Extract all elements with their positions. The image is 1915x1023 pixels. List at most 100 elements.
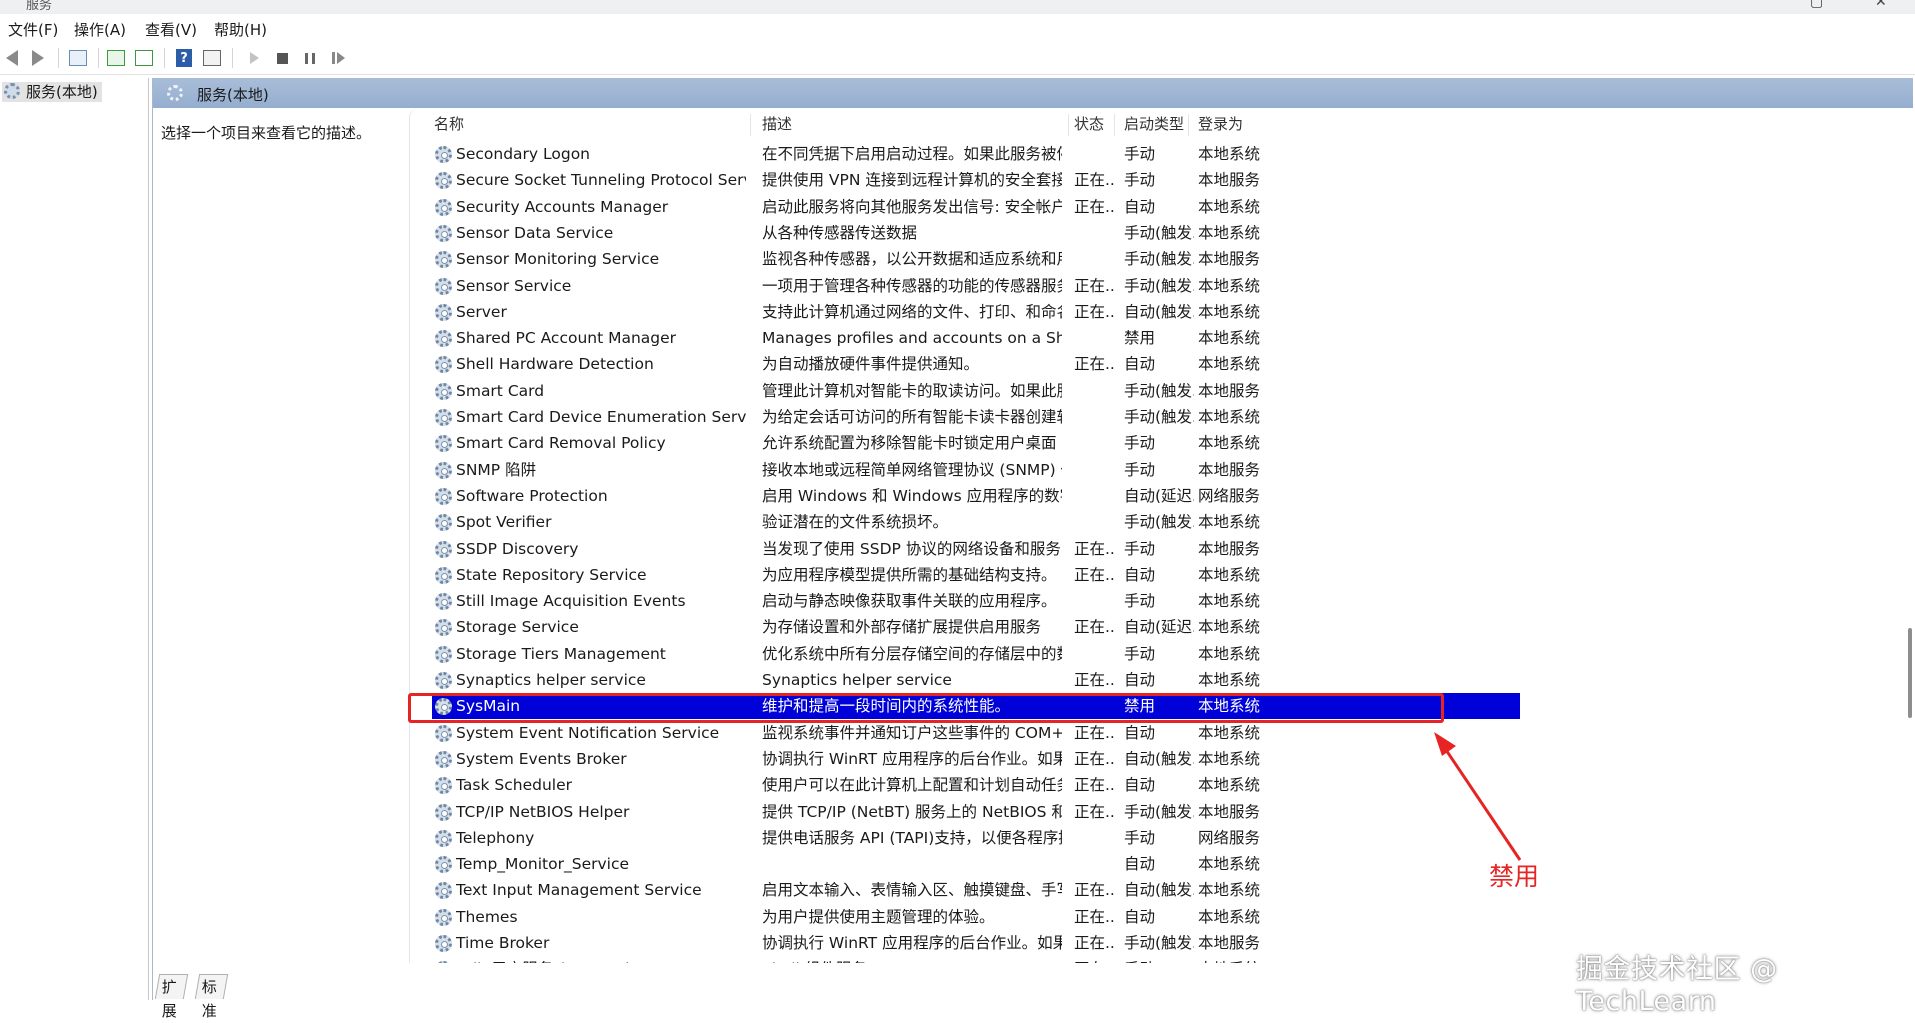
column-header-status[interactable]: 状态 [1074,108,1104,140]
service-description: 启动此服务将向其他服务发出信号: 安全帐户管理器(S... [762,197,1062,216]
column-separator[interactable] [1188,114,1189,136]
service-log-on-as: 本地系统 [1198,302,1261,321]
column-header-name[interactable]: 名称 [434,108,464,140]
menu-help[interactable]: 帮助(H) [214,19,267,40]
table-row[interactable]: SNMP 陷阱 接收本地或远程简单网络管理协议 (SNMP) 代理程序... 手动 本… [410,457,1520,483]
show-hide-tree-icon[interactable] [68,48,88,68]
table-row[interactable]: Synaptics helper service Synaptics helper… [410,667,1520,693]
table-row[interactable]: Udk 用户服务_b20e64d Shell 组件服务 正在... 手动本地系统 [410,956,1520,963]
table-row[interactable]: Smart Card Removal Policy 允许系统配置为移除智能卡时锁定… [410,430,1520,456]
restart-icon[interactable] [328,48,348,68]
table-row[interactable]: Telephony 提供电话服务 API (TAPI)支持，以便各程序控制本地..… [410,825,1520,851]
service-name: Secondary Logon [456,145,591,163]
service-status [1074,851,1114,877]
table-row[interactable]: Storage Tiers Management 优化系统中所有分层存储空间的存储… [410,641,1520,667]
stop-icon[interactable] [272,48,292,68]
service-status [1074,325,1114,351]
service-startup-type: 自动 [1124,855,1156,874]
table-row[interactable]: Security Accounts Manager 启动此服务将向其他服务发出信号… [410,194,1520,220]
service-description: 为给定会话可访问的所有智能卡读卡器创建软件设备... [762,408,1062,426]
properties-icon[interactable] [202,48,222,68]
table-row[interactable]: Time Broker 协调执行 WinRT 应用程序的后台作业。如果停止或禁..… [410,930,1520,956]
close-icon[interactable]: ✕ [1875,0,1887,10]
toolbar-separator [98,48,99,68]
service-log-on-as: 本地系统 [1198,644,1261,663]
service-status [1074,220,1114,246]
tab-standard[interactable]: 标准 [194,974,229,1020]
table-row[interactable]: Smart Card Device Enumeration Service 为给定… [410,404,1520,430]
service-gear-icon [435,382,452,400]
column-separator[interactable] [750,114,751,136]
service-description [762,851,1062,877]
table-row[interactable]: Text Input Management Service 启用文本输入、表情输入… [410,877,1520,903]
service-gear-icon [435,409,452,426]
service-name: SSDP Discovery [456,539,579,558]
service-status [1074,404,1114,430]
service-gear-icon [435,908,452,926]
service-name: System Events Broker [456,749,627,768]
menu-file[interactable]: 文件(F) [8,19,58,40]
table-row[interactable]: TCP/IP NetBIOS Helper 提供 TCP/IP (NetBT) 服… [410,799,1520,825]
vertical-scrollbar[interactable] [1898,108,1915,963]
service-log-on-as: 本地系统 [1198,907,1261,926]
table-row[interactable]: Shell Hardware Detection 为自动播放硬件事件提供通知。 正在… [410,351,1520,377]
service-startup-type: 手动 [1124,171,1156,190]
table-row[interactable]: Still Image Acquisition Events 启动与静态映像获取事… [410,588,1520,614]
column-header-log-on-as[interactable]: 登录为 [1198,108,1243,140]
service-status: 正在... [1074,355,1114,374]
table-row[interactable]: Task Scheduler 使用户可以在此计算机上配置和计划自动任务。此服...… [410,772,1520,798]
service-log-on-as: 本地系统 [1198,434,1261,453]
help-icon[interactable]: ? [174,48,194,68]
service-description: 验证潜在的文件系统损坏。 [762,513,949,532]
column-separator[interactable] [1068,114,1069,136]
service-status: 正在... [1074,276,1114,295]
pause-icon[interactable] [300,48,320,68]
service-description: 使用户可以在此计算机上配置和计划自动任务。此服... [762,776,1062,795]
service-name: System Event Notification Service [456,723,720,742]
panel-header: 服务(本地) [153,78,1913,108]
table-row[interactable]: Spot Verifier 验证潜在的文件系统损坏。 手动(触发...本地系统 [410,509,1520,535]
table-row[interactable]: Sensor Service 一项用于管理各种传感器的功能的传感器服务。管理...… [410,273,1520,299]
table-row[interactable]: State Repository Service 为应用程序模型提供所需的基础结构… [410,562,1520,588]
service-gear-icon [435,619,452,637]
service-description: 接收本地或远程简单网络管理协议 (SNMP) 代理程序... [762,460,1062,479]
table-row[interactable]: Temp_Monitor_Service 自动 本地系统 [410,851,1520,877]
service-log-on-as: 本地系统 [1198,749,1261,768]
service-name: TCP/IP NetBIOS Helper [456,802,630,821]
service-log-on-as: 本地服务 [1198,171,1261,190]
service-startup-type: 自动 [1124,723,1156,742]
scrollbar-thumb[interactable] [1908,628,1912,718]
tab-extended[interactable]: 扩展 [154,974,189,1020]
refresh-icon[interactable] [106,48,126,68]
table-row[interactable]: Smart Card 管理此计算机对智能卡的取读访问。如果此服务被终... 手动(触… [410,378,1520,404]
column-header-startup-type[interactable]: 启动类型 [1124,108,1184,140]
service-gear-icon [435,356,452,374]
menu-action[interactable]: 操作(A) [74,19,126,40]
tree-item-services-local[interactable]: 服务(本地) [2,82,102,102]
table-row[interactable]: Software Protection 启用 Windows 和 Windows … [410,483,1520,509]
service-status: 正在... [1074,723,1114,742]
menu-view[interactable]: 查看(V) [145,19,197,40]
toolbar-separator [232,48,233,68]
table-row[interactable]: Sensor Data Service 从各种传感器传送数据 手动(触发...本地系… [410,220,1520,246]
table-row[interactable]: Themes 为用户提供使用主题管理的体验。 正在... 自动 本地系统 [410,904,1520,930]
column-separator[interactable] [1114,114,1115,136]
service-status [1074,141,1114,167]
service-description: 为自动播放硬件事件提供通知。 [762,355,980,374]
table-row[interactable]: Storage Service 为存储设置和外部存储扩展提供启用服务 正在... 自动… [410,614,1520,640]
table-row[interactable]: Sensor Monitoring Service 监视各种传感器，以公开数据和适… [410,246,1520,272]
start-icon[interactable] [244,48,264,68]
export-list-icon[interactable] [134,48,154,68]
service-status [1074,483,1114,509]
table-row[interactable]: Shared PC Account Manager Manages profile… [410,325,1520,351]
maximize-icon[interactable]: ▢ [1810,0,1823,10]
table-row[interactable]: System Events Broker 协调执行 WinRT 应用程序的后台作业… [410,746,1520,772]
column-header-description[interactable]: 描述 [762,108,792,140]
table-row[interactable]: SSDP Discovery 当发现了使用 SSDP 协议的网络设备和服务，如 U… [410,536,1520,562]
back-icon[interactable] [2,48,22,68]
table-row[interactable]: System Event Notification Service 监视系统事件并… [410,720,1520,746]
table-row[interactable]: Secure Socket Tunneling Protocol Service… [410,167,1520,193]
table-row[interactable]: Server 支持此计算机通过网络的文件、打印、和命名管道共... 正在... 自动(… [410,299,1520,325]
forward-icon[interactable] [28,48,48,68]
table-row[interactable]: Secondary Logon 在不同凭据下启用启动过程。如果此服务被停止，这..… [410,141,1520,167]
